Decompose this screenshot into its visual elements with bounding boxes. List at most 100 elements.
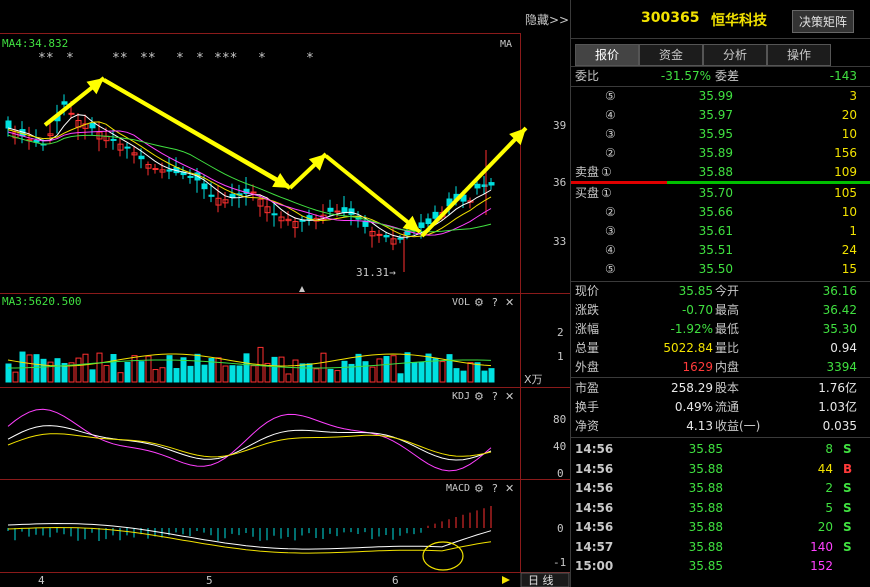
- sell-volume: 109: [834, 165, 857, 179]
- level-number: ①: [601, 165, 612, 179]
- period-label[interactable]: 日 线: [528, 573, 554, 587]
- sell-volume: 3: [849, 89, 857, 103]
- buy-volume: 10: [841, 205, 857, 219]
- level-number: ①: [601, 186, 612, 200]
- macd-tag: MACD: [446, 483, 470, 494]
- stat-value: 4.13: [686, 419, 713, 433]
- sell-label: 卖盘: [575, 165, 600, 179]
- weibi-row: 委比 -31.57% 委差 -143: [571, 67, 870, 86]
- volume-bar: [5, 363, 12, 383]
- stat-label: 股本: [715, 381, 740, 395]
- volume-bar: [222, 365, 229, 383]
- help-icon[interactable]: ?: [492, 390, 498, 403]
- buy-price: 35.66: [698, 205, 733, 219]
- volume-bar: [250, 365, 257, 383]
- ma-line: [7, 121, 492, 238]
- volume-bar: [89, 369, 96, 383]
- tab-quote[interactable]: 报价: [575, 44, 639, 66]
- stat-row: 现价 35.85 今开 36.16: [571, 282, 870, 301]
- buy-row[interactable]: ③ 35.61 1: [571, 222, 870, 241]
- buy-price: 35.61: [698, 224, 733, 238]
- sell-row[interactable]: ⑤ 35.99 3: [571, 87, 870, 106]
- sell-row[interactable]: 卖盘 ① 35.88 109: [571, 163, 870, 182]
- stat-row: 净资 4.13 收益(一) 0.035: [571, 417, 870, 436]
- gear-icon[interactable]: ⚙: [474, 296, 484, 309]
- moving-average-lines: [7, 114, 492, 238]
- stat-value: 36.42: [822, 303, 857, 317]
- volume-bar: [299, 363, 306, 383]
- close-icon[interactable]: ✕: [505, 482, 514, 495]
- buy-row[interactable]: ② 35.66 10: [571, 203, 870, 222]
- tick-time: 15:00: [575, 559, 614, 573]
- candle-body: [166, 169, 173, 172]
- kline-chart[interactable]: MA4:34.832 MA 隐藏>> ** * ** ** * * *** * …: [0, 0, 570, 587]
- buy-row[interactable]: ④ 35.51 24: [571, 241, 870, 260]
- stat-value: 5022.84: [663, 341, 713, 355]
- stat-label: 最低: [715, 322, 740, 336]
- weicha-value: -143: [829, 69, 857, 83]
- low-price-label: 31.31→: [356, 266, 396, 279]
- position-marker-icon: [299, 286, 305, 292]
- stat-row: 涨幅 -1.92% 最低 35.30: [571, 320, 870, 339]
- sell-row[interactable]: ② 35.89 156: [571, 144, 870, 163]
- gear-icon[interactable]: ⚙: [474, 482, 484, 495]
- tick-row[interactable]: 14:57 35.88 140 S: [571, 538, 870, 557]
- tick-row[interactable]: 14:56 35.88 20 S: [571, 518, 870, 537]
- volume-bar: [75, 357, 82, 383]
- volume-bar: [327, 368, 334, 383]
- tab-analysis[interactable]: 分析: [703, 44, 767, 66]
- stat-value: 0.94: [830, 341, 857, 355]
- sell-row[interactable]: ④ 35.97 20: [571, 106, 870, 125]
- tab-capital[interactable]: 资金: [639, 44, 703, 66]
- buy-row[interactable]: 买盘 ① 35.70 105: [571, 184, 870, 203]
- close-icon[interactable]: ✕: [505, 296, 514, 309]
- tick-row[interactable]: 14:56 35.88 2 S: [571, 479, 870, 498]
- macd-dif-line: [7, 522, 492, 550]
- stat-row: 总量 5022.84 量比 0.94: [571, 339, 870, 358]
- volume-bar: [390, 355, 397, 383]
- tick-time: 14:56: [575, 520, 614, 534]
- tick-row[interactable]: 14:56 35.88 44 B: [571, 460, 870, 479]
- star-mark: **: [38, 51, 54, 66]
- sell-row[interactable]: ③ 35.95 10: [571, 125, 870, 144]
- stat-label: 外盘: [575, 360, 600, 374]
- stat-label: 涨跌: [575, 303, 600, 317]
- stat-value: 3394: [826, 360, 857, 374]
- stat-label: 净资: [575, 419, 600, 433]
- tick-row[interactable]: 14:56 35.85 8 S: [571, 440, 870, 459]
- tick-time: 14:57: [575, 539, 614, 554]
- sell-price: 35.99: [698, 89, 733, 103]
- vol-unit: X万: [524, 373, 543, 386]
- tick-row[interactable]: 15:00 35.85 152: [571, 557, 870, 576]
- play-icon[interactable]: [502, 576, 510, 584]
- hide-toggle[interactable]: 隐藏>>: [525, 13, 569, 27]
- volume-bar: [292, 359, 299, 383]
- help-icon[interactable]: ?: [492, 296, 498, 309]
- volume-bar: [334, 370, 341, 383]
- star-mark: *: [258, 51, 266, 66]
- panel-grid: [0, 33, 570, 573]
- candle-body: [425, 218, 432, 225]
- close-icon[interactable]: ✕: [505, 390, 514, 403]
- candle-body: [474, 183, 481, 189]
- volume-bar: [173, 368, 180, 383]
- candle-body: [299, 219, 306, 222]
- tab-operation[interactable]: 操作: [767, 44, 831, 66]
- kline-chart-area[interactable]: MA4:34.832 MA 隐藏>> ** * ** ** * * *** * …: [0, 0, 570, 587]
- help-icon[interactable]: ?: [492, 482, 498, 495]
- buy-price: 35.51: [698, 243, 733, 257]
- tick-row[interactable]: 14:56 35.88 5 S: [571, 499, 870, 518]
- volume-bar: [376, 358, 383, 383]
- buy-row[interactable]: ⑤ 35.50 15: [571, 260, 870, 279]
- tick-price: 35.88: [688, 500, 723, 515]
- volume-bar: [40, 358, 47, 383]
- kdj-lines: [7, 408, 492, 472]
- tick-volume: 2: [825, 481, 833, 495]
- sell-price: 35.95: [698, 127, 733, 141]
- star-mark: *: [306, 51, 314, 66]
- star-mark: **: [140, 51, 156, 66]
- tick-side: S: [843, 539, 852, 554]
- gear-icon[interactable]: ⚙: [474, 390, 484, 403]
- decision-matrix-button[interactable]: 决策矩阵: [791, 10, 854, 33]
- volume-bar: [404, 352, 411, 383]
